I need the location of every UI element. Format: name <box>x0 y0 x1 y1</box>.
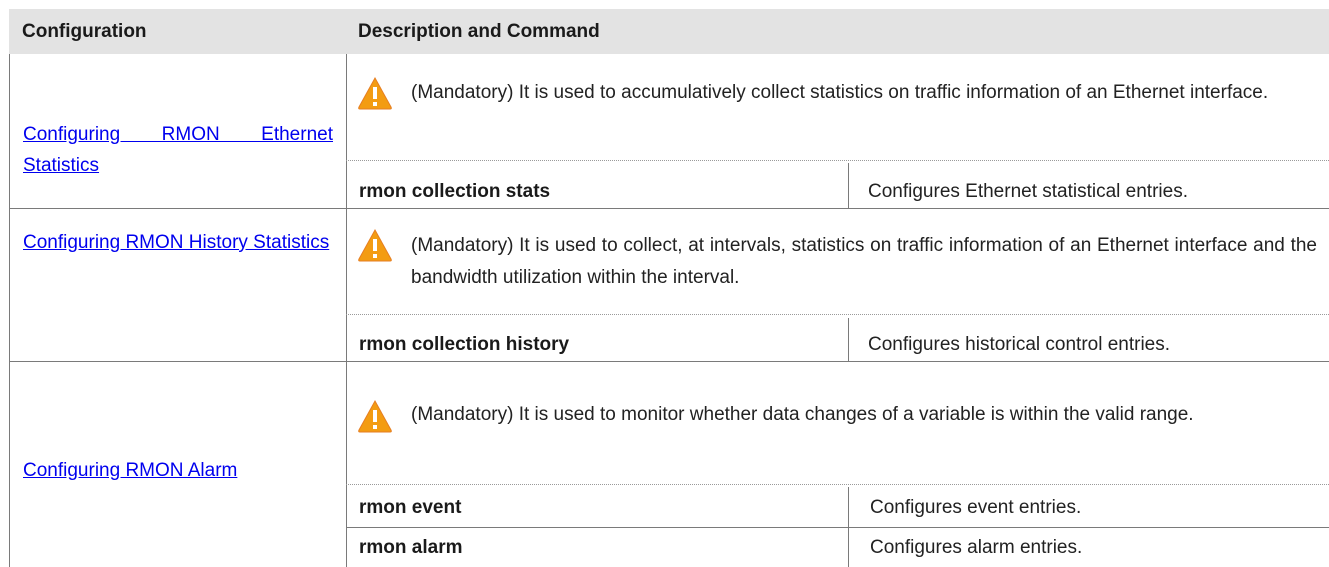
command-separator <box>346 527 1329 528</box>
command-desc-collection-stats: Configures Ethernet statistical entries. <box>868 181 1188 202</box>
warning-icon <box>358 399 392 433</box>
table-header: Configuration Description and Command <box>9 9 1329 54</box>
note-history-statistics: (Mandatory) It is used to collect, at in… <box>411 235 1317 288</box>
note-alarm: (Mandatory) It is used to monitor whethe… <box>411 404 1194 425</box>
note-separator-2 <box>346 314 1329 315</box>
header-configuration: Configuration <box>22 21 147 42</box>
command-collection-stats: rmon collection stats <box>359 181 551 202</box>
left-border <box>9 54 10 567</box>
header-description: Description and Command <box>358 21 600 42</box>
link-ethernet-statistics[interactable]: Configuring RMON Ethernet Statistics <box>23 119 333 181</box>
link-alarm[interactable]: Configuring RMON Alarm <box>23 455 333 486</box>
command-collection-history: rmon collection history <box>359 334 570 355</box>
command-desc-event: Configures event entries. <box>870 497 1082 518</box>
command-desc-alarm: Configures alarm entries. <box>870 537 1083 558</box>
warning-icon <box>358 76 392 110</box>
command-desc-collection-history: Configures historical control entries. <box>868 334 1171 355</box>
note-separator-3 <box>346 484 1329 485</box>
command-divider-2 <box>848 318 849 361</box>
command-alarm: rmon alarm <box>359 537 463 558</box>
note-ethernet-statistics: (Mandatory) It is used to accumulatively… <box>411 82 1269 103</box>
note-separator-1 <box>346 160 1329 161</box>
warning-icon <box>358 228 392 262</box>
command-divider-1 <box>848 163 849 208</box>
config-table: Configuration Description and Command Co… <box>0 0 1329 567</box>
link-history-statistics[interactable]: Configuring RMON History Statistics <box>23 227 333 258</box>
command-event: rmon event <box>359 497 462 518</box>
column-divider <box>346 54 347 567</box>
